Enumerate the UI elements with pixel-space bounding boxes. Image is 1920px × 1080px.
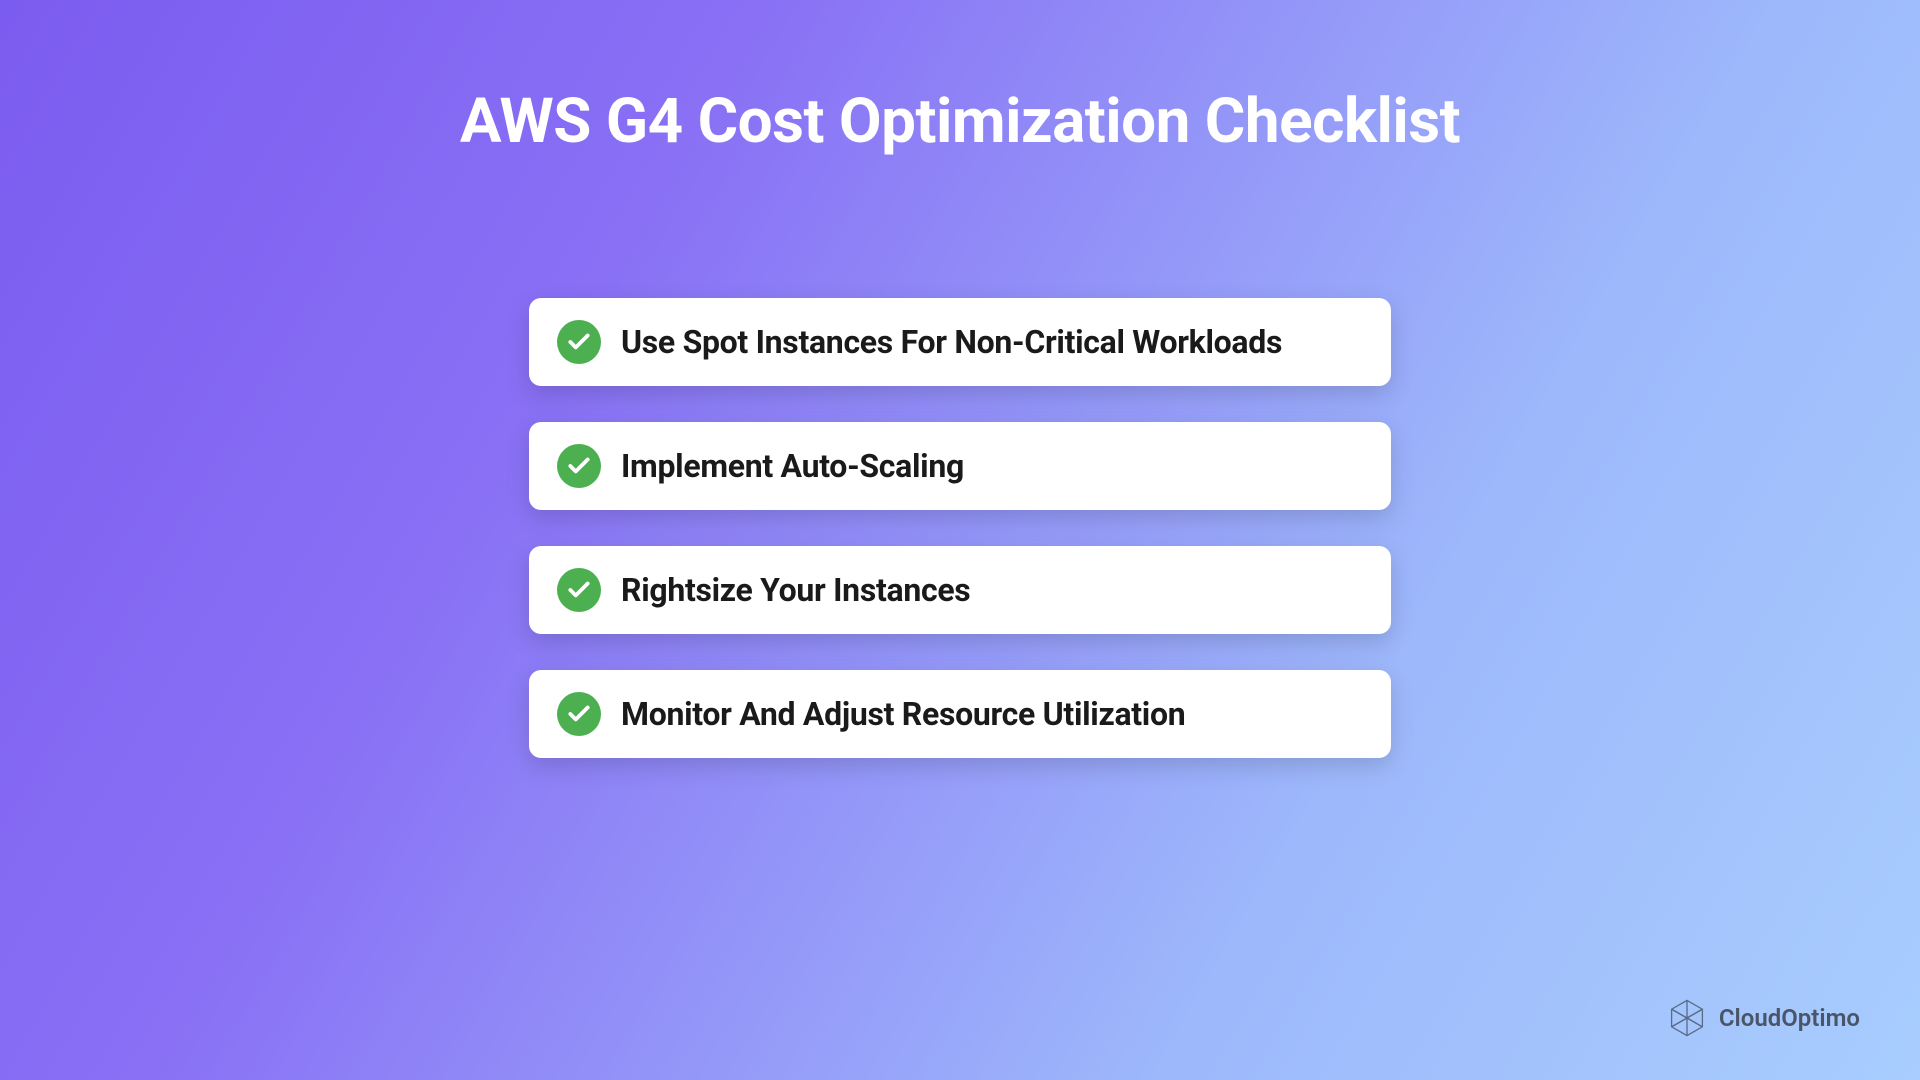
checklist-item-label: Monitor And Adjust Resource Utilization (621, 695, 1185, 733)
checklist-item: Implement Auto-Scaling (529, 422, 1391, 510)
checklist-container: Use Spot Instances For Non-Critical Work… (529, 298, 1391, 758)
checklist-item: Rightsize Your Instances (529, 546, 1391, 634)
checklist-item: Use Spot Instances For Non-Critical Work… (529, 298, 1391, 386)
check-icon (557, 444, 601, 488)
checklist-item-label: Implement Auto-Scaling (621, 447, 964, 485)
check-icon (557, 568, 601, 612)
checklist-item-label: Rightsize Your Instances (621, 571, 970, 609)
logo-icon (1665, 996, 1709, 1040)
page-title: AWS G4 Cost Optimization Checklist (0, 0, 1920, 158)
check-icon (557, 692, 601, 736)
checklist-item-label: Use Spot Instances For Non-Critical Work… (621, 323, 1282, 361)
brand-logo: CloudOptimo (1665, 996, 1860, 1040)
brand-name: CloudOptimo (1719, 1004, 1860, 1032)
check-icon (557, 320, 601, 364)
checklist-item: Monitor And Adjust Resource Utilization (529, 670, 1391, 758)
